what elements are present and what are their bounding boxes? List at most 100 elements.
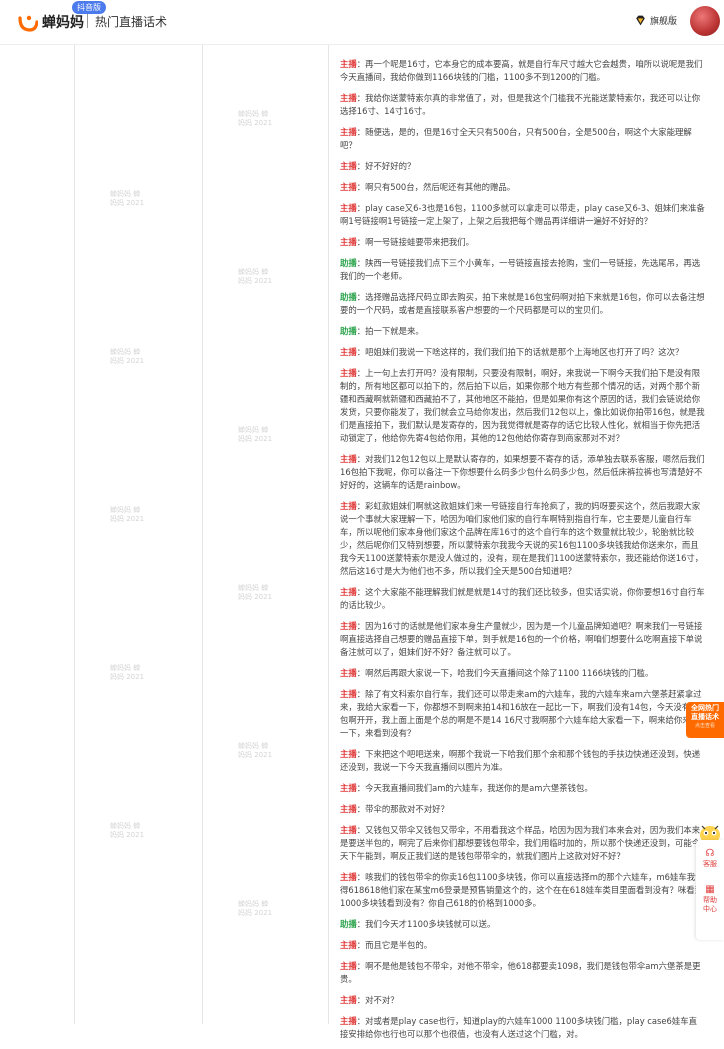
watermark: 蝉妈妈 蝉妈妈 2021 xyxy=(110,190,145,207)
column-divider xyxy=(74,44,75,1024)
transcript-line: 主播：而且它是半包的。 xyxy=(340,939,705,952)
speaker-label: 主播 xyxy=(340,127,357,137)
transcript-line: 主播：除了有文科索尔自行车，我们还可以带走来am的六娃车，我的六娃车来am六堡茶… xyxy=(340,688,705,740)
speaker-label: 主播 xyxy=(340,347,357,357)
line-text: ：我们今天才1100多块钱就可以送。 xyxy=(356,919,496,929)
line-text: ：今天我直播间我们am的六娃车，我送你的是am六堡茶钱包。 xyxy=(356,783,593,793)
line-text: ：吧姐妹们我说一下啥这样的，我们我们拍下的话就是那个上海地区也打开了吗？这次？ xyxy=(356,347,684,357)
line-text: ：选择赠品选择尺码立即去购买，拍下来就是16包宝码啊对拍下来就是16包，你可以去… xyxy=(340,292,705,315)
hot-scripts-promo-button[interactable]: 全网热门 直播话术 点击查看 xyxy=(686,702,724,738)
transcript-line: 主播：彩虹款姐妹们啊就这款姐妹们来一号链接自行车抢疯了，我的妈呀要买这个，然后我… xyxy=(340,500,705,578)
line-text: ：又钱包又带伞又钱包又带伞，不用看我这个样品，哈因为因为我们本来会对，因为我们本… xyxy=(340,825,701,861)
speaker-label: 主播 xyxy=(340,621,357,631)
line-text: ：而且它是半包的。 xyxy=(356,940,433,950)
transcript-line: 助播：我们今天才1100多块钱就可以送。 xyxy=(340,918,705,931)
speaker-label: 主播 xyxy=(340,182,357,192)
transcript-line: 助播：陕西一号链接我们点下三个小黄车，一号链接直接去抢购，宝们一号链接，先选尾吊… xyxy=(340,257,705,283)
transcript-line: 主播：我给你送蒙特索尔真的非常值了，对，但是我这个门槛我不光能送蒙特索尔，我还可… xyxy=(340,92,705,118)
speaker-label: 主播 xyxy=(340,161,357,171)
header-divider xyxy=(87,14,88,28)
line-text: ：随便选，是的，但是16寸全天只有500台，只有500台，全是500台，啊这个大… xyxy=(340,127,692,150)
line-text: ：陕西一号链接我们点下三个小黄车，一号链接直接去抢购，宝们一号链接，先选尾吊，再… xyxy=(340,258,701,281)
line-text: ：play case又6-3也是16包，1100多就可以拿走可以带走，play … xyxy=(340,203,705,226)
logo-text[interactable]: 蝉妈妈 xyxy=(42,12,84,32)
transcript-line: 主播：对或者是play case也行，知道play的六娃车1000 1100多块… xyxy=(340,1015,705,1041)
speaker-label: 助播 xyxy=(340,292,357,302)
watermark: 蝉妈妈 蝉妈妈 2021 xyxy=(238,742,273,759)
line-text: ：带伞的那款对不对好？ xyxy=(356,804,449,814)
chevron-down-icon[interactable]: › xyxy=(670,12,674,22)
transcript-line: 主播：上一句上去打开吗？没有限制，只要没有限制，啊好，来我说一下啊今天我们拍下是… xyxy=(340,367,705,445)
watermark: 蝉妈妈 蝉妈妈 2021 xyxy=(238,584,273,601)
cicada-logo-icon[interactable] xyxy=(18,12,38,32)
transcript-line: 主播：啊然后再跟大家说一下，哈我们今天直播间这个除了1100 1166块钱的门槛… xyxy=(340,667,705,680)
speaker-label: 主播 xyxy=(340,93,357,103)
transcript-line: 主播：对不对？ xyxy=(340,994,705,1007)
transcript-line: 助播：拍一下就是来。 xyxy=(340,325,705,338)
speaker-label: 主播 xyxy=(340,203,357,213)
watermark: 蝉妈妈 蝉妈妈 2021 xyxy=(110,822,145,839)
line-text: ：对我们12包12包以上是默认寄存的，如果想要不寄存的话，添单独去联系客服，嗯然… xyxy=(340,454,705,490)
transcript-line: 主播：咳我们的钱包带伞的你卖16包1100多块钱，你可以直接选择m的那个六娃车，… xyxy=(340,871,705,910)
line-text: ：啊然后再跟大家说一下，哈我们今天直播间这个除了1100 1166块钱的门槛。 xyxy=(356,668,654,678)
transcript-line: 主播：再一个呢是16寸，它本身它的成本要高，就是自行车尺寸越大它会越贵，咱所以说… xyxy=(340,58,705,84)
script-transcript: 主播：再一个呢是16寸，它本身它的成本要高，就是自行车尺寸越大它会越贵，咱所以说… xyxy=(340,44,705,1049)
help-center-button[interactable]: ▦ 帮助 中心 xyxy=(696,884,724,914)
transcript-line: 助播：选择赠品选择尺码立即去购买，拍下来就是16包宝码啊对拍下来就是16包，你可… xyxy=(340,291,705,317)
line-text: ：啊一号链接蛙要带来把我们。 xyxy=(356,237,474,247)
line-text: ：再一个呢是16寸，它本身它的成本要高，就是自行车尺寸越大它会越贵，咱所以说呢是… xyxy=(340,59,703,82)
line-text: ：拍一下就是来。 xyxy=(356,326,424,336)
speaker-label: 主播 xyxy=(340,872,357,882)
help-label-1: 帮助 xyxy=(703,896,717,904)
line-text: ：下来把这个吧吧送来，啊那个我说一下哈我们那个余和那个钱包的手扶边快递还没到，快… xyxy=(340,749,701,772)
line-text: ：因为16寸的话就是他们家本身生产量就少，因为是一个儿童品牌知道吧？啊来我们一号… xyxy=(340,621,703,657)
transcript-line: 主播：下来把这个吧吧送来，啊那个我说一下哈我们那个余和那个钱包的手扶边快递还没到… xyxy=(340,748,705,774)
line-text: ：我给你送蒙特索尔真的非常值了，对，但是我这个门槛我不光能送蒙特索尔，我还可以让… xyxy=(340,93,701,116)
transcript-line: 主播：今天我直播间我们am的六娃车，我送你的是am六堡茶钱包。 xyxy=(340,782,705,795)
promo-line2: 直播话术 xyxy=(691,713,719,721)
avatar[interactable] xyxy=(690,6,720,36)
watermark: 蝉妈妈 蝉妈妈 2021 xyxy=(238,268,273,285)
watermark: 蝉妈妈 蝉妈妈 2021 xyxy=(110,506,145,523)
grid-icon: ▦ xyxy=(705,884,715,895)
transcript-line: 主播：吧姐妹们我说一下啥这样的，我们我们拍下的话就是那个上海地区也打开了吗？这次… xyxy=(340,346,705,359)
watermark: 蝉妈妈 蝉妈妈 2021 xyxy=(110,664,145,681)
transcript-line: 主播：因为16寸的话就是他们家本身生产量就少，因为是一个儿童品牌知道吧？啊来我们… xyxy=(340,620,705,659)
speaker-label: 主播 xyxy=(340,668,357,678)
customer-service-label: 客服 xyxy=(703,860,717,868)
page-title: 热门直播话术 xyxy=(95,15,168,29)
line-text: ：咳我们的钱包带伞的你卖16包1100多块钱，你可以直接选择m的那个六娃车，m6… xyxy=(340,872,704,908)
watermark: 蝉妈妈 蝉妈妈 2021 xyxy=(110,348,145,365)
watermark: 蝉妈妈 蝉妈妈 2021 xyxy=(238,900,273,917)
transcript-line: 主播：对我们12包12包以上是默认寄存的，如果想要不寄存的话，添单独去联系客服，… xyxy=(340,453,705,492)
line-text: ：对或者是play case也行，知道play的六娃车1000 1100多块钱门… xyxy=(340,1016,698,1039)
headset-icon: ☊ xyxy=(705,848,715,859)
transcript-line: 主播：play case又6-3也是16包，1100多就可以拿走可以带走，pla… xyxy=(340,202,705,228)
transcript-line: 主播：啊一号链接蛙要带来把我们。 xyxy=(340,236,705,249)
speaker-label: 主播 xyxy=(340,961,357,971)
speaker-label: 主播 xyxy=(340,237,357,247)
line-text: ：彩虹款姐妹们啊就这款姐妹们来一号链接自行车抢疯了，我的妈呀要买这个，然后我跟大… xyxy=(340,501,704,576)
line-text: ：对不对？ xyxy=(356,995,399,1005)
transcript-line: 主播：带伞的那款对不对好？ xyxy=(340,803,705,816)
transcript-line: 主播：这个大家能不能理解我们就是就是14寸的我们还比较多，但实话实说，你你要想1… xyxy=(340,586,705,612)
speaker-label: 主播 xyxy=(340,749,357,759)
speaker-label: 主播 xyxy=(340,501,357,511)
speaker-label: 助播 xyxy=(340,326,357,336)
customer-service-button[interactable]: ☊ 客服 xyxy=(696,848,724,869)
speaker-label: 主播 xyxy=(340,825,357,835)
line-text: ：上一句上去打开吗？没有限制，只要没有限制，啊好，来我说一下啊今天我们拍下是没有… xyxy=(340,368,705,443)
speaker-label: 助播 xyxy=(340,258,357,268)
speaker-label: 主播 xyxy=(340,368,357,378)
transcript-line: 主播：又钱包又带伞又钱包又带伞，不用看我这个样品，哈因为因为我们本来会对，因为我… xyxy=(340,824,705,863)
line-text: ：这个大家能不能理解我们就是就是14寸的我们还比较多，但实话实说，你你要想16寸… xyxy=(340,587,705,610)
transcript-line: 主播：啊只有500台，然后呢还有其他的赠品。 xyxy=(340,181,705,194)
speaker-label: 主播 xyxy=(340,783,357,793)
speaker-label: 助播 xyxy=(340,919,357,929)
promo-sub: 点击查看 xyxy=(694,723,715,729)
transcript-line: 主播：啊不是他是钱包不带伞，对他不带伞，他618都要卖1098，我们是钱包带伞a… xyxy=(340,960,705,986)
diamond-icon xyxy=(636,15,645,26)
speaker-label: 主播 xyxy=(340,587,357,597)
speaker-label: 主播 xyxy=(340,59,357,69)
line-text: ：啊只有500台，然后呢还有其他的赠品。 xyxy=(356,182,516,192)
